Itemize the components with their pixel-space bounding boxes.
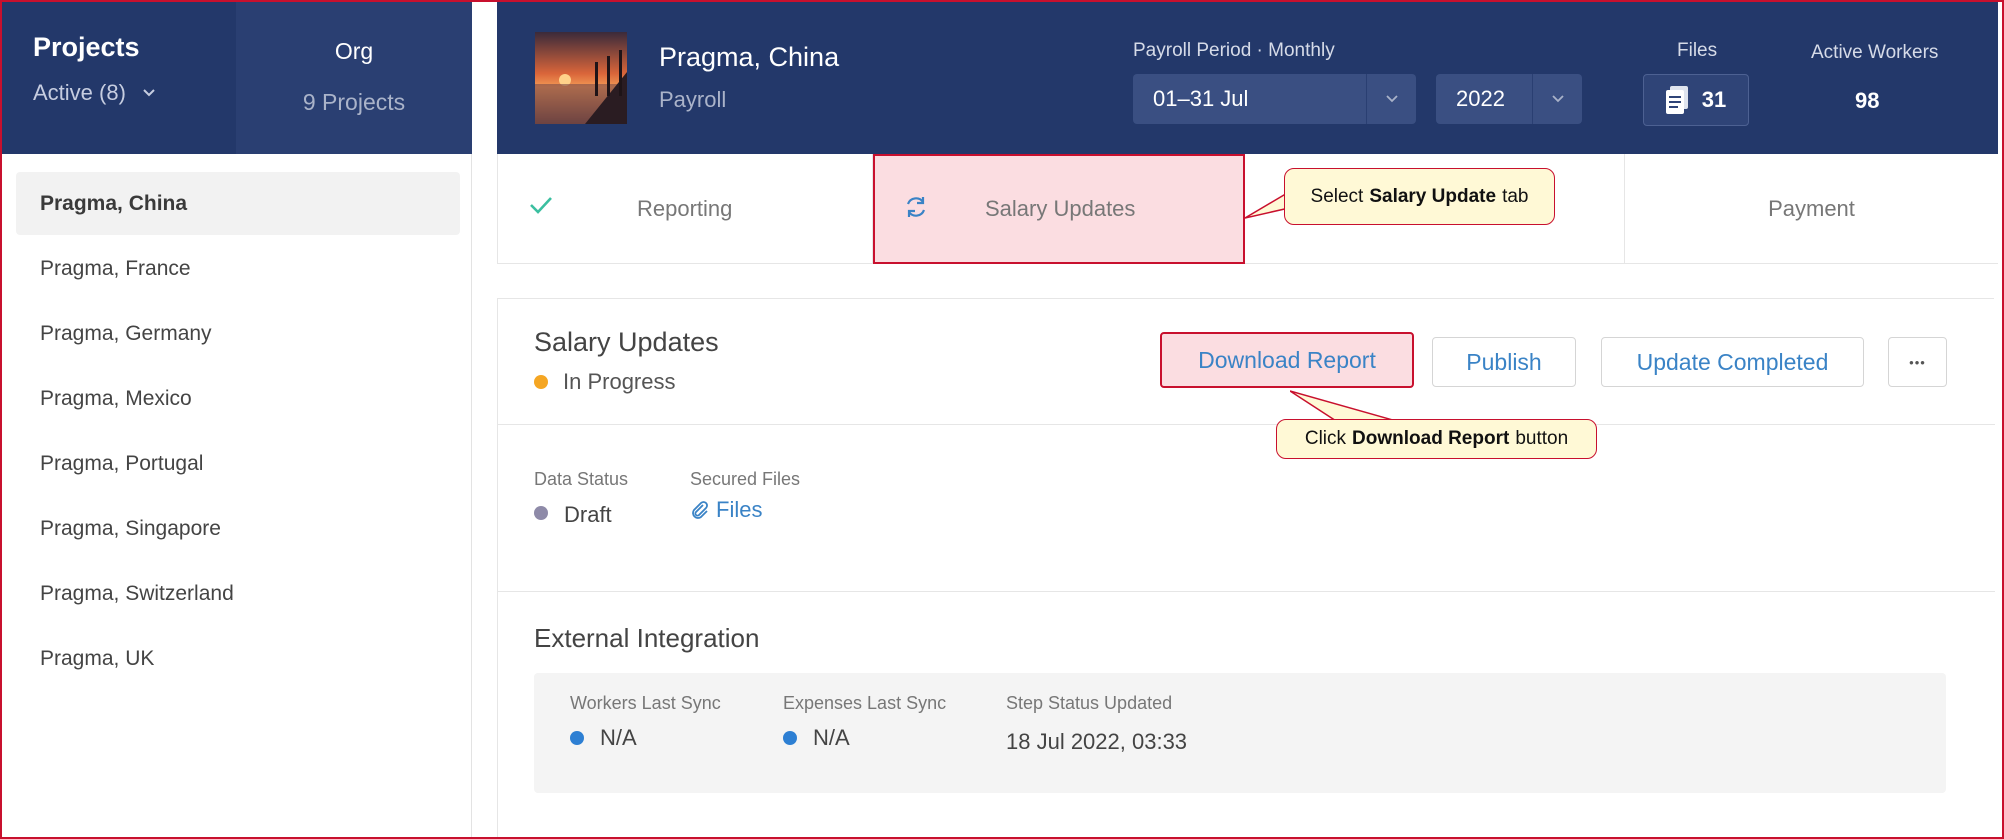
- callout-text: button: [1515, 428, 1569, 449]
- expenses-sync-dot: [783, 731, 797, 745]
- secured-files-link-label: Files: [716, 497, 763, 522]
- year-select-value: 2022: [1456, 86, 1505, 111]
- workers-last-sync-label: Workers Last Sync: [570, 693, 721, 713]
- status-dot: [534, 375, 548, 389]
- callout-bold-text: Salary Update: [1369, 185, 1497, 207]
- secured-files-label: Secured Files: [690, 469, 801, 489]
- project-item-china[interactable]: Pragma, China: [16, 172, 460, 235]
- payroll-period-label: Payroll Period · Monthly: [1133, 40, 1335, 61]
- tab-reporting[interactable]: Reporting: [498, 154, 872, 264]
- chevron-down-icon: [1532, 74, 1582, 124]
- org-toggle[interactable]: Org 9 Projects: [236, 2, 472, 154]
- callout-click-download: Click Download Report button: [1276, 419, 1597, 459]
- salary-updates-card: Salary Updates In Progress Download Repo…: [497, 298, 1995, 839]
- workers-last-sync-value: N/A: [600, 725, 637, 750]
- section-divider: [498, 424, 1995, 425]
- chevron-down-icon: [1366, 74, 1416, 124]
- project-item-france[interactable]: Pragma, France: [16, 237, 460, 300]
- active-workers-value: 98: [1855, 88, 1880, 113]
- project-list: Pragma, China Pragma, France Pragma, Ger…: [2, 172, 472, 692]
- project-item-germany[interactable]: Pragma, Germany: [16, 302, 460, 365]
- active-workers-label: Active Workers: [1811, 42, 1939, 63]
- publish-button[interactable]: Publish: [1432, 337, 1576, 387]
- project-thumbnail: [535, 32, 627, 124]
- callout-text: Select: [1310, 185, 1364, 207]
- project-item-switzerland[interactable]: Pragma, Switzerland: [16, 562, 460, 625]
- project-item-uk[interactable]: Pragma, UK: [16, 627, 460, 690]
- files-button[interactable]: 31: [1643, 74, 1749, 126]
- secured-files-link[interactable]: Files: [690, 497, 762, 523]
- draft-status-dot: [534, 506, 548, 520]
- expenses-last-sync-label: Expenses Last Sync: [783, 693, 947, 713]
- callout-text: Click: [1304, 428, 1347, 449]
- period-select-value: 01–31 Jul: [1153, 86, 1249, 111]
- external-integration-title: External Integration: [534, 623, 760, 653]
- check-icon: [530, 197, 552, 214]
- external-integration-panel: Workers Last Sync N/A Expenses Last Sync…: [534, 673, 1946, 793]
- year-select[interactable]: 2022: [1436, 74, 1582, 124]
- step-status-updated-value: 18 Jul 2022, 03:33: [1006, 729, 1188, 754]
- project-header: Pragma, China Payroll Payroll Period · M…: [497, 2, 1998, 154]
- paperclip-icon: [692, 501, 708, 519]
- period-select[interactable]: 01–31 Jul: [1133, 74, 1416, 124]
- tab-salary-updates[interactable]: Salary Updates: [873, 154, 1245, 264]
- project-item-singapore[interactable]: Pragma, Singapore: [16, 497, 460, 560]
- callout-text: tab: [1502, 185, 1529, 207]
- projects-sidebar: Projects Active (8) Org 9 Projects Pragm…: [2, 2, 472, 837]
- sidebar-title: Projects: [33, 32, 140, 62]
- section-title: Salary Updates: [534, 327, 719, 357]
- status-text: In Progress: [563, 369, 676, 394]
- active-filter-dropdown[interactable]: Active (8): [33, 80, 236, 106]
- section-divider: [498, 591, 1995, 592]
- project-item-mexico[interactable]: Pragma, Mexico: [16, 367, 460, 430]
- tab-reporting-label: Reporting: [637, 196, 733, 221]
- callout-select-salary-tab: Select Salary Update tab: [1284, 168, 1555, 225]
- files-label: Files: [1677, 40, 1718, 61]
- sidebar-header: Projects Active (8) Org 9 Projects: [2, 2, 472, 154]
- files-count: 31: [1701, 87, 1727, 112]
- sync-icon: [906, 197, 926, 217]
- tab-salary-updates-label: Salary Updates: [985, 196, 1136, 221]
- data-status-label: Data Status: [534, 469, 629, 489]
- active-filter-label: Active (8): [33, 80, 126, 105]
- project-name: Pragma, China: [659, 42, 840, 72]
- project-item-portugal[interactable]: Pragma, Portugal: [16, 432, 460, 495]
- step-status-updated-label: Step Status Updated: [1006, 693, 1173, 713]
- expenses-last-sync-value: N/A: [813, 725, 850, 750]
- chevron-down-icon: [143, 89, 155, 97]
- document-icon: [1665, 86, 1688, 114]
- callout-bold-text: Download Report: [1352, 428, 1510, 449]
- org-project-count: 9 Projects: [302, 89, 406, 115]
- workers-sync-dot: [570, 731, 584, 745]
- tab-payment[interactable]: Payment: [1624, 154, 1999, 264]
- download-report-button[interactable]: Download Report: [1160, 332, 1414, 388]
- data-status-value: Draft: [564, 502, 612, 527]
- more-options-button[interactable]: •••: [1888, 337, 1947, 387]
- project-subtitle: Payroll: [659, 87, 727, 112]
- org-label: Org: [334, 38, 374, 64]
- tab-payment-label: Payment: [1768, 196, 1855, 221]
- projects-filter-panel: Projects Active (8): [2, 2, 236, 154]
- update-completed-button[interactable]: Update Completed: [1601, 337, 1864, 387]
- more-dots-icon: •••: [1909, 354, 1926, 370]
